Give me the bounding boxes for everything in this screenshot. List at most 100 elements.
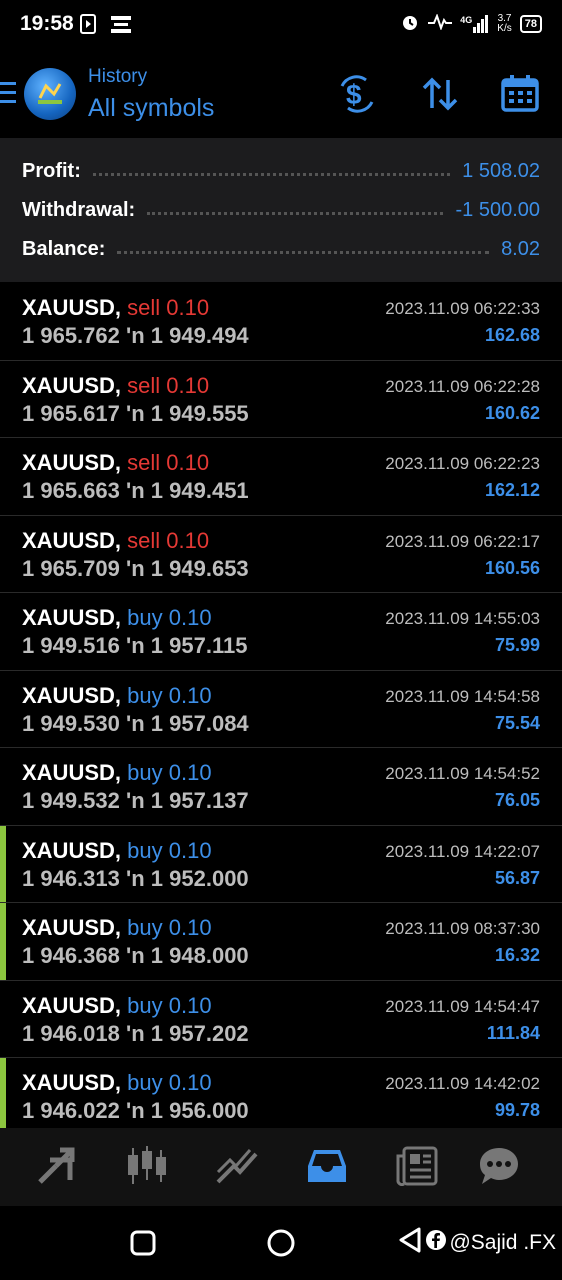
price-arrow: 'n xyxy=(126,788,145,813)
deal-prices: 1 965.663 'n 1 949.451 xyxy=(22,478,249,504)
deal-close-price: 1 952.000 xyxy=(150,865,249,891)
withdrawal-label: Withdrawal: xyxy=(22,198,136,221)
trade-icon[interactable] xyxy=(216,1146,258,1191)
deal-profit: 162.12 xyxy=(484,480,540,500)
deal-title: XAUUSD, sell 0.10 xyxy=(22,373,209,399)
deal-time: 2023.11.09 14:54:52 xyxy=(385,764,540,783)
deal-title: XAUUSD, buy 0.10 xyxy=(22,683,212,709)
deal-row[interactable]: XAUUSD, sell 0.10 1 965.709 'n 1 949.653 2… xyxy=(0,516,562,593)
deal-profit: 75.99 xyxy=(494,635,540,655)
deal-row[interactable]: XAUUSD, sell 0.10 1 965.762 'n 1 949.494 2… xyxy=(0,283,562,361)
chart-icon[interactable] xyxy=(126,1146,168,1191)
recent-apps-icon[interactable] xyxy=(130,1230,156,1261)
deal-symbol: XAUUSD, xyxy=(22,682,122,708)
deal-close-price: 1 957.115 xyxy=(150,633,248,658)
deal-row[interactable]: XAUUSD, buy 0.10 1 949.530 'n 1 957.084 20… xyxy=(0,671,562,748)
account-summary: Profit: 1 508.02 Withdrawal: -1 500.00 B… xyxy=(0,138,562,282)
deal-marker xyxy=(0,825,6,902)
deal-symbol: XAUUSD, xyxy=(22,915,122,940)
deal-time: 2023.11.09 08:37:30 xyxy=(385,919,540,938)
deal-time: 2023.11.09 06:22:23 xyxy=(385,454,540,473)
profit-row: Profit: 1 508.02 xyxy=(22,156,540,186)
deal-time: 2023.11.09 06:22:33 xyxy=(385,299,540,318)
watermark-text: @Sajid .FX xyxy=(449,1231,556,1254)
deal-open-price: 1 949.530 xyxy=(22,710,120,736)
deal-side: buy xyxy=(127,605,163,630)
chat-icon[interactable] xyxy=(478,1146,520,1191)
menu-icon[interactable] xyxy=(0,80,18,111)
deal-time: 2023.11.09 14:42:02 xyxy=(385,1074,540,1093)
alarm-icon xyxy=(400,12,420,35)
calendar-icon[interactable] xyxy=(500,74,540,119)
deal-open-price: 1 965.762 xyxy=(22,323,120,348)
sort-icon[interactable] xyxy=(420,74,460,119)
deal-prices: 1 946.313 'n 1 952.000 xyxy=(22,866,249,892)
deal-symbol: XAUUSD, xyxy=(22,372,122,398)
balance-value: 8.02 xyxy=(501,237,540,260)
deal-row[interactable]: XAUUSD, buy 0.10 1 946.022 'n 1 956.000 20… xyxy=(0,1058,562,1136)
deal-row[interactable]: XAUUSD, sell 0.10 1 965.617 'n 1 949.555 2… xyxy=(0,361,562,438)
deal-side: sell xyxy=(127,450,161,475)
bottom-navigation xyxy=(0,1128,562,1206)
deal-title: XAUUSD, buy 0.10 xyxy=(22,1070,212,1096)
price-arrow: 'n xyxy=(126,400,145,426)
deal-row[interactable]: XAUUSD, buy 0.10 1 946.368 'n 1 948.000 20… xyxy=(0,903,562,981)
signal-icon: 4G xyxy=(460,14,489,33)
deal-row[interactable]: XAUUSD, buy 0.10 1 949.532 'n 1 957.137 20… xyxy=(0,748,562,826)
page-title: History xyxy=(88,66,148,87)
price-arrow: 'n xyxy=(126,710,145,736)
dotted-leader xyxy=(147,206,444,215)
notification-icon xyxy=(110,14,132,41)
profit-value: 1 508.02 xyxy=(462,159,540,182)
deal-side: buy xyxy=(127,1070,163,1095)
history-icon[interactable] xyxy=(306,1146,348,1191)
app-logo[interactable] xyxy=(24,68,76,120)
deal-row[interactable]: XAUUSD, sell 0.10 1 965.663 'n 1 949.451 2… xyxy=(0,438,562,516)
deal-time: 2023.11.09 14:22:07 xyxy=(385,841,540,861)
deal-title: XAUUSD, buy 0.10 xyxy=(22,605,212,631)
status-bar: 19:58 4G 3.7 K/s 78 xyxy=(0,0,562,52)
deal-side: buy xyxy=(127,837,163,863)
deal-row[interactable]: XAUUSD, buy 0.10 1 946.018 'n 1 957.202 20… xyxy=(0,981,562,1058)
deal-symbol: XAUUSD, xyxy=(22,1070,122,1095)
deal-title: XAUUSD, buy 0.10 xyxy=(22,838,212,864)
network-type: 4G xyxy=(460,14,473,25)
deal-symbol: XAUUSD, xyxy=(22,605,122,630)
deal-title: XAUUSD, sell 0.10 xyxy=(22,528,209,554)
deal-prices: 1 946.022 'n 1 956.000 xyxy=(22,1098,249,1124)
deal-time: 2023.11.09 14:54:47 xyxy=(385,996,540,1016)
deal-side: buy xyxy=(127,915,163,940)
deal-side: buy xyxy=(127,682,163,708)
deal-volume: 0.10 xyxy=(166,450,210,475)
dotted-leader xyxy=(92,167,451,176)
deal-volume: 0.10 xyxy=(166,527,210,553)
deal-side: sell xyxy=(127,372,161,398)
deal-close-price: 1 949.494 xyxy=(150,323,249,348)
deal-prices: 1 949.532 'n 1 957.137 xyxy=(22,788,249,814)
deal-profit: 99.78 xyxy=(494,1100,540,1120)
deal-volume: 0.10 xyxy=(168,682,212,708)
profit-label: Profit: xyxy=(22,159,81,182)
facebook-icon xyxy=(425,1229,447,1257)
currency-filter-icon[interactable]: $ xyxy=(336,74,378,119)
quotes-icon[interactable] xyxy=(36,1146,78,1191)
deal-time: 2023.11.09 06:22:28 xyxy=(385,376,540,396)
deal-side: buy xyxy=(127,760,163,785)
deal-open-price: 1 965.663 xyxy=(22,478,120,503)
news-icon[interactable] xyxy=(396,1146,438,1191)
deal-symbol: XAUUSD, xyxy=(22,837,122,863)
back-icon[interactable] xyxy=(397,1226,423,1260)
deal-profit: 16.32 xyxy=(494,945,540,965)
home-icon[interactable] xyxy=(266,1228,296,1263)
symbol-filter[interactable]: All symbols xyxy=(88,94,214,123)
deal-volume: 0.10 xyxy=(168,837,212,863)
deal-side: sell xyxy=(127,295,161,320)
deal-open-price: 1 965.617 xyxy=(22,400,120,426)
deal-prices: 1 965.617 'n 1 949.555 xyxy=(22,401,249,427)
deal-row[interactable]: XAUUSD, buy 0.10 1 946.313 'n 1 952.000 20… xyxy=(0,825,562,903)
deal-profit: 160.62 xyxy=(484,402,540,423)
deal-close-price: 1 949.653 xyxy=(150,555,249,581)
net-speed: 3.7 K/s xyxy=(497,13,511,34)
deal-row[interactable]: XAUUSD, buy 0.10 1 949.516 'n 1 957.115 20… xyxy=(0,593,562,671)
deal-open-price: 1 946.368 xyxy=(22,943,120,968)
